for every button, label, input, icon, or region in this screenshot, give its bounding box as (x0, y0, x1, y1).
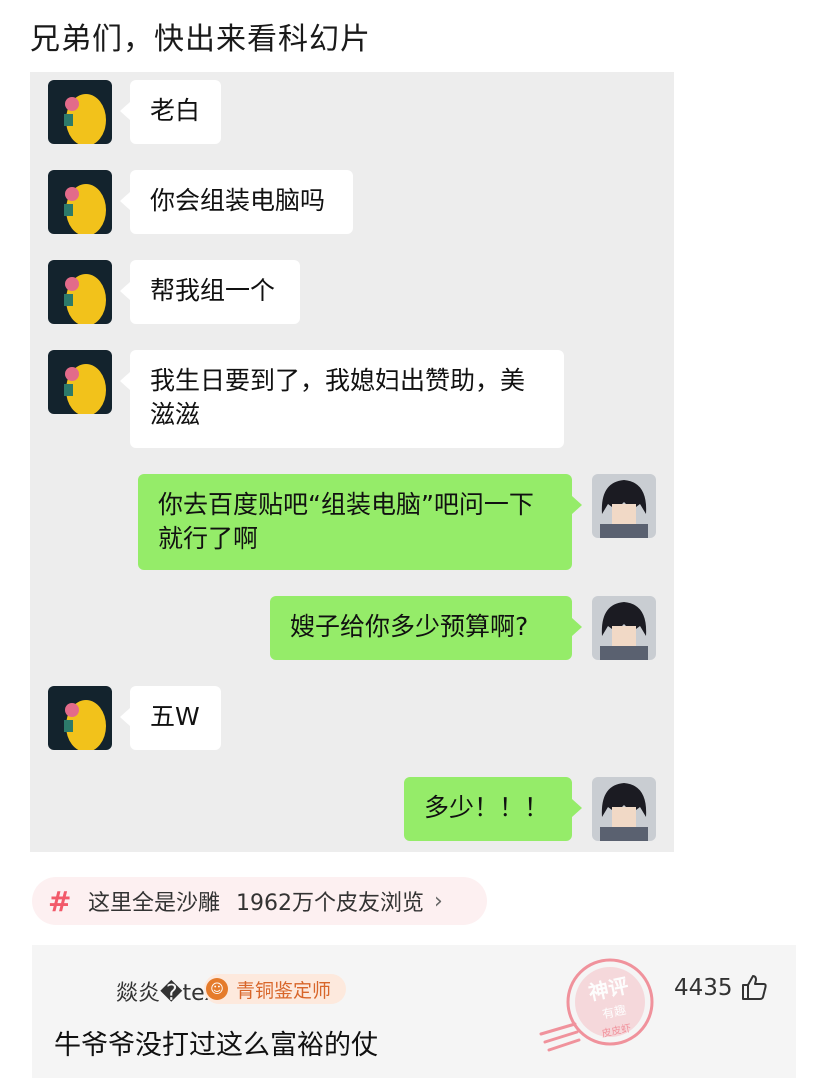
chevron-right-icon: › (434, 888, 443, 914)
friend-avatar (48, 170, 112, 234)
topic-name: 这里全是沙雕 (88, 891, 221, 916)
message-bubble-in: 我生日要到了，我媳妇出赞助，美滋滋 (120, 350, 564, 448)
topic-views: 1962万个皮友浏览 (236, 891, 425, 916)
hash-icon: # (48, 884, 72, 918)
self-avatar (592, 596, 656, 660)
god-comment: 燚炎�textile ☺ 青铜鉴定师 牛爷爷没打过这么富裕的仗 4435 (32, 945, 796, 1078)
thumbs-up-icon[interactable] (740, 973, 768, 1001)
message-bubble-in: 老白 (120, 80, 221, 144)
friend-avatar (48, 686, 112, 750)
message-bubble-in: 帮我组一个 (120, 260, 300, 324)
topic-tag[interactable]: # 这里全是沙雕 1962万个皮友浏览 › (32, 877, 487, 925)
comment-text: 牛爷爷没打过这么富裕的仗 (54, 1030, 378, 1061)
message-bubble-out: 嫂子给你多少预算啊? (270, 596, 582, 660)
message-bubble-out: 多少！！！ (404, 777, 582, 841)
badge-label: 青铜鉴定师 (236, 979, 332, 1002)
like-count: 4435 (674, 975, 733, 1001)
friend-avatar (48, 260, 112, 324)
friend-avatar (48, 80, 112, 144)
user-badge: ☺ 青铜鉴定师 (204, 974, 346, 1004)
post-title: 兄弟们，快出来看科幻片 (30, 22, 371, 57)
self-avatar (592, 777, 656, 841)
self-avatar (592, 474, 656, 538)
message-bubble-out: 你去百度贴吧“组装电脑”吧问一下就行了啊 (138, 474, 582, 570)
medal-icon: ☺ (206, 978, 228, 1000)
god-comment-stamp: 神评 有趣 皮皮虾 (539, 958, 654, 1052)
chat-screenshot: 老白 你会组装电脑吗 帮我组一个 我生日要到了，我媳妇出赞助，美滋滋 你去百度贴… (30, 72, 674, 852)
message-bubble-in: 五W (120, 686, 221, 750)
friend-avatar (48, 350, 112, 414)
message-bubble-in: 你会组装电脑吗 (120, 170, 353, 234)
